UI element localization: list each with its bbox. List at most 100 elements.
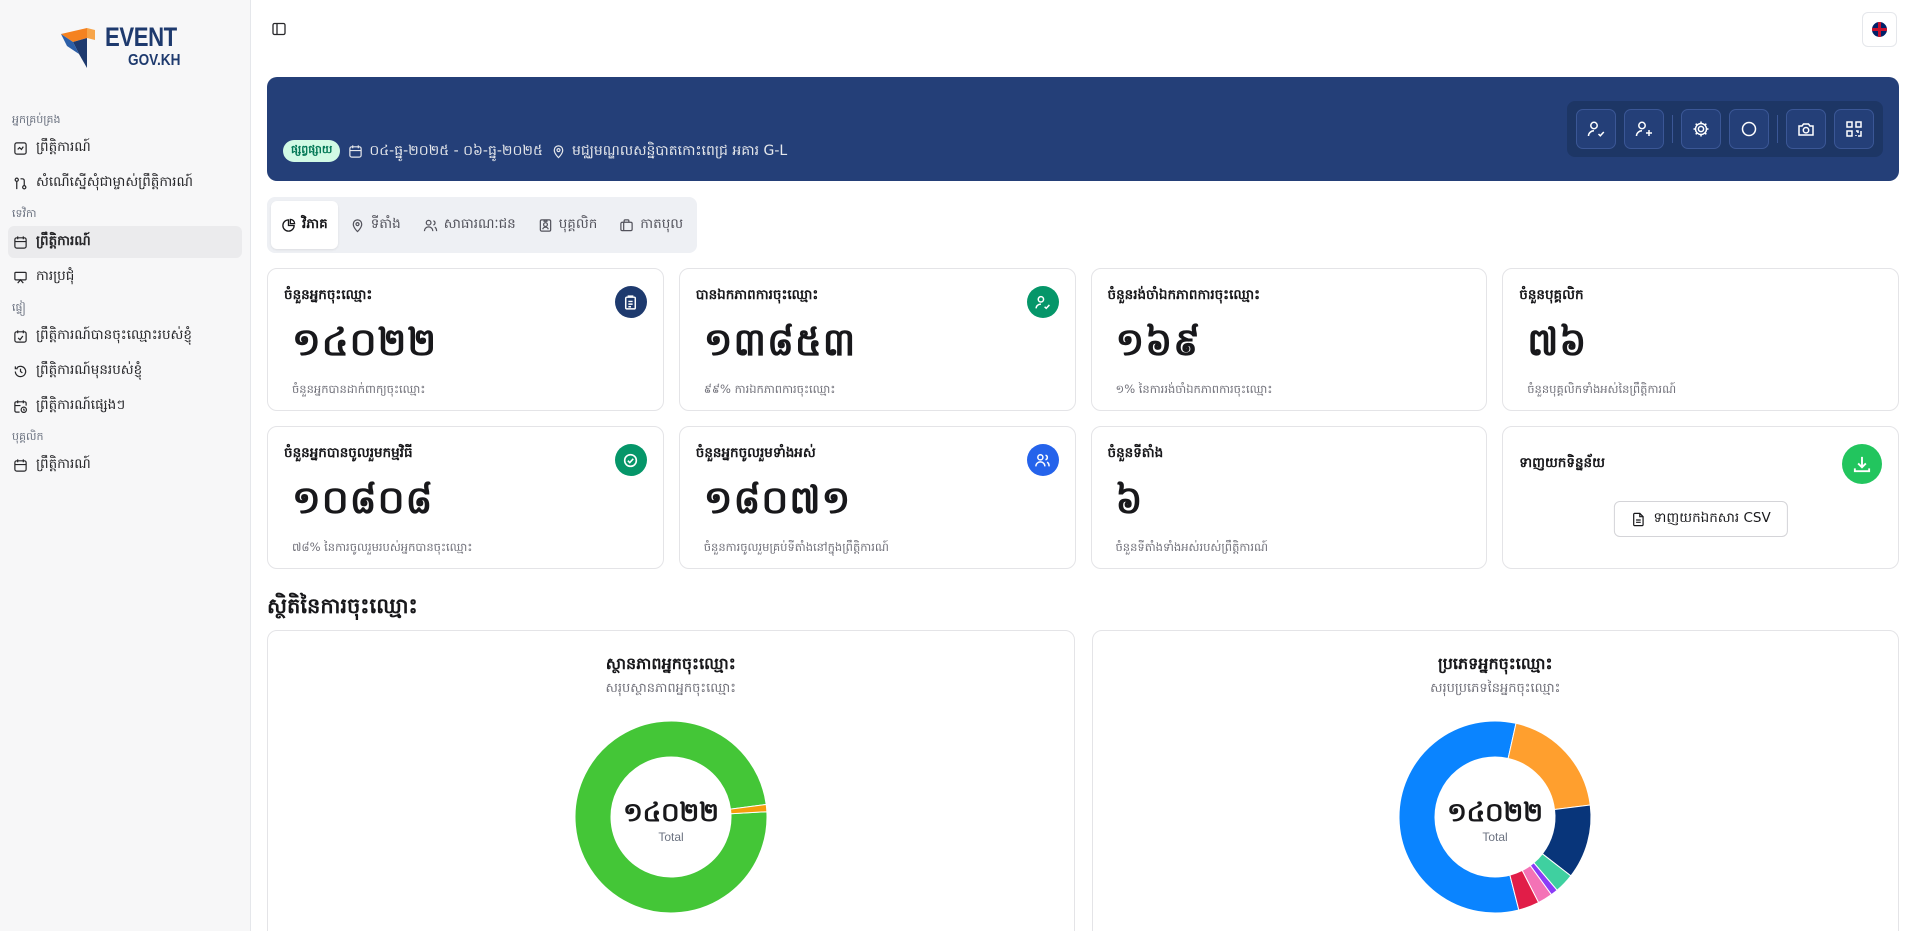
stat-title: ចំនួនអ្នកចុះឈ្មោះ xyxy=(284,287,373,303)
stat-title: ចំនួនអ្នកបានចូលរួមកម្មវិធី xyxy=(284,445,413,461)
calendar-icon xyxy=(14,235,27,249)
stat-description: ចំនួនបុគ្គលិកទាំងអស់នៃព្រឹត្តិការណ៍ xyxy=(1527,382,1677,396)
donut-slice-1[interactable] xyxy=(1507,722,1592,811)
sidebar-item-label: ព្រឹត្តិការណ៍ xyxy=(36,456,91,472)
stat-title: បានឯកភាពការចុះឈ្មោះ xyxy=(695,287,819,303)
chart-center-value: ១៤០២២ xyxy=(623,798,719,828)
tab-booth[interactable]: កាតបុល xyxy=(609,201,693,249)
tab-label: វិភាគ xyxy=(302,216,328,232)
stat-description: ចំនួនអ្នកបានដាក់ពាក្យចុះឈ្មោះ xyxy=(292,382,426,396)
camera-button[interactable] xyxy=(1786,109,1826,149)
event-banner: ផ្សព្វផ្សាយ ០៤-ធ្នូ-២០២៥ - ០៦-ធ្នូ-២០២៥ … xyxy=(267,77,1899,181)
sidebar-item-my-registered-events[interactable]: ព្រឹត្តិការណ៍បានចុះឈ្មោះរបស់ខ្ញុំ xyxy=(8,320,242,352)
download-csv-button[interactable]: ទាញយកឯកសារ CSV xyxy=(1613,501,1788,537)
tab-locations[interactable]: ទីតាំង xyxy=(340,201,411,249)
chart-subtitle: សរុបស្ថានភាពអ្នកចុះឈ្មោះ xyxy=(605,681,736,696)
stat-card-pending: ចំនួនរង់ចាំឯកភាពការចុះឈ្មោះ ១៦៩ ១% នៃការ… xyxy=(1090,268,1488,411)
panel-left-icon xyxy=(272,22,286,36)
stat-card-staff: ចំនួនបុគ្គលិក ៧៦ ចំនួនបុគ្គលិកទាំងអស់នៃព… xyxy=(1502,268,1899,411)
sidebar-item-my-past-events[interactable]: ព្រឹត្តិការណ៍មុនរបស់ខ្ញុំ xyxy=(8,355,242,387)
charts-grid: ស្ថានភាពអ្នកចុះឈ្មោះ សរុបស្ថានភាពអ្នកចុះ… xyxy=(267,630,1899,931)
tab-label: បុគ្គលិក xyxy=(558,216,598,232)
sidebar-item-admin-events[interactable]: ព្រឹត្តិការណ៍ xyxy=(8,132,242,164)
event-location: មជ្ឈមណ្ឌលសន្និបាតកោះពេជ្រ អគារ G-L xyxy=(571,142,788,159)
sidebar-group-staff: បុគ្គលិក xyxy=(12,430,44,443)
tab-analytics[interactable]: វិភាគ xyxy=(271,201,338,249)
settings-button[interactable] xyxy=(1681,109,1721,149)
users-icon xyxy=(1026,444,1059,476)
event-icon xyxy=(14,141,27,155)
stat-value: ១៨០៧១ xyxy=(703,477,852,522)
stat-title: ចំនួនបុគ្គលិក xyxy=(1519,287,1584,303)
stat-value: ១០៨០៨ xyxy=(292,477,434,522)
approve-user-button[interactable] xyxy=(1576,109,1616,149)
sidebar-item-label: ការប្រជុំ xyxy=(36,268,75,284)
download-card: ទាញយកទិន្នន័យ ទាញយកឯកសារ CSV xyxy=(1502,426,1899,569)
add-user-button[interactable] xyxy=(1624,109,1664,149)
toolbar-divider xyxy=(1672,115,1673,143)
chart-card-status: ស្ថានភាពអ្នកចុះឈ្មោះ សរុបស្ថានភាពអ្នកចុះ… xyxy=(267,630,1075,931)
sidebar-item-label: ព្រឹត្តិការណ៍ xyxy=(36,139,91,155)
stat-value: ១៦៩ xyxy=(1115,319,1202,364)
users-icon xyxy=(423,219,437,231)
chart-center-value: ១៤០២២ xyxy=(1447,798,1543,828)
download-icon[interactable] xyxy=(1842,444,1882,484)
circle-icon xyxy=(1741,121,1757,137)
sidebar-item-meetings[interactable]: ការប្រជុំ xyxy=(8,261,242,293)
logo-icon xyxy=(57,24,99,68)
toolbar-divider xyxy=(1777,115,1778,143)
status-toggle-button[interactable] xyxy=(1729,109,1769,149)
stat-value: ១៤០២២ xyxy=(292,319,438,364)
map-pin-icon xyxy=(352,218,363,232)
stat-description: ៧៨% នៃការចូលរួមរបស់អ្នកបានចុះឈ្មោះ xyxy=(292,540,473,554)
donut-chart-status: ១៤០២២ Total xyxy=(574,720,768,914)
clipboard-icon xyxy=(614,286,647,318)
event-date-range: ០៤-ធ្នូ-២០២៥ - ០៦-ធ្នូ-២០២៥ xyxy=(369,142,543,159)
tab-staff[interactable]: បុគ្គលិក xyxy=(528,201,608,249)
sidebar-item-events[interactable]: ព្រឹត្តិការណ៍ xyxy=(8,226,242,258)
sidebar-item-label: ព្រឹត្តិការណ៍ xyxy=(36,233,91,249)
stat-value: ៦ xyxy=(1115,477,1144,522)
banner-toolbar xyxy=(1567,101,1883,157)
stat-value: ១៣៨៥៣ xyxy=(703,319,857,364)
history-icon xyxy=(14,365,27,377)
sidebar-item-label: ព្រឹត្តិការណ៍មុនរបស់ខ្ញុំ xyxy=(36,362,143,378)
calendar-clock-icon xyxy=(14,399,28,413)
sidebar-toggle-button[interactable] xyxy=(271,21,287,37)
user-check-icon xyxy=(1587,121,1605,137)
sidebar-item-label: ព្រឹត្តិការណ៍បានចុះឈ្មោះរបស់ខ្ញុំ xyxy=(36,327,192,343)
sidebar-item-owner-requests[interactable]: សំណើស្នើសុំជាម្ចាស់ព្រឹត្តិការណ៍ xyxy=(8,167,242,199)
main-content: ផ្សព្វផ្សាយ ០៤-ធ្នូ-២០២៥ - ០៦-ធ្នូ-២០២៥ … xyxy=(251,0,1907,931)
tab-label: សាធារណៈជន xyxy=(443,216,516,232)
chart-pie-icon xyxy=(282,218,296,232)
briefcase-icon xyxy=(620,218,634,231)
section-title: ស្ថិតិនៃការចុះឈ្មោះ xyxy=(267,594,418,618)
chart-center-label: Total xyxy=(1483,830,1508,844)
user-check-icon xyxy=(1026,286,1059,318)
stats-grid: ចំនួនអ្នកចុះឈ្មោះ ១៤០២២ ចំនួនអ្នកបានដាក់… xyxy=(267,268,1899,569)
logo[interactable]: EVENT GOV.KH xyxy=(8,18,242,74)
tab-public[interactable]: សាធារណៈជន xyxy=(413,201,526,249)
sidebar-item-other-events[interactable]: ព្រឹត្តិការណ៍ផ្សេងៗ xyxy=(8,390,242,422)
stat-card-approved: បានឯកភាពការចុះឈ្មោះ ១៣៨៥៣ ៩៩% ការឯកភាពកា… xyxy=(678,268,1076,411)
calendar-icon xyxy=(14,458,27,472)
calendar-icon xyxy=(349,144,363,158)
sidebar-group-mine: ផ្ទៀ xyxy=(12,301,26,314)
chart-title: ស្ថានភាពអ្នកចុះឈ្មោះ xyxy=(605,654,736,673)
sidebar-item-label: សំណើស្នើសុំជាម្ចាស់ព្រឹត្តិការណ៍ xyxy=(36,174,193,190)
stat-description: ១% នៃការរង់ចាំឯកភាពការចុះឈ្មោះ xyxy=(1115,382,1273,396)
request-icon xyxy=(14,177,27,189)
qr-code-button[interactable] xyxy=(1834,109,1874,149)
meeting-icon xyxy=(14,271,27,284)
stat-title: ចំនួនទីតាំង xyxy=(1107,445,1164,461)
language-button[interactable] xyxy=(1862,11,1897,47)
donut-chart-types: ១៤០២២ Total xyxy=(1398,720,1592,914)
download-csv-label: ទាញយកឯកសារ CSV xyxy=(1653,510,1771,526)
logo-text-domain: GOV.KH xyxy=(128,51,181,69)
id-badge-icon xyxy=(539,218,551,232)
sidebar-item-staff-events[interactable]: ព្រឹត្តិការណ៍ xyxy=(8,449,242,481)
sidebar: EVENT GOV.KH អ្នកគ្រប់គ្រង ព្រឹត្តិការណ៍… xyxy=(0,0,251,931)
stat-description: ចំនួនទីតាំងទាំងអស់របស់ព្រឹត្តិការណ៍ xyxy=(1115,540,1269,554)
logo-text-event: EVENT xyxy=(105,21,178,52)
stat-card-total-attendees: ចំនួនអ្នកចូលរួមទាំងអស់ ១៨០៧១ ចំនួនការចូល… xyxy=(678,426,1076,569)
